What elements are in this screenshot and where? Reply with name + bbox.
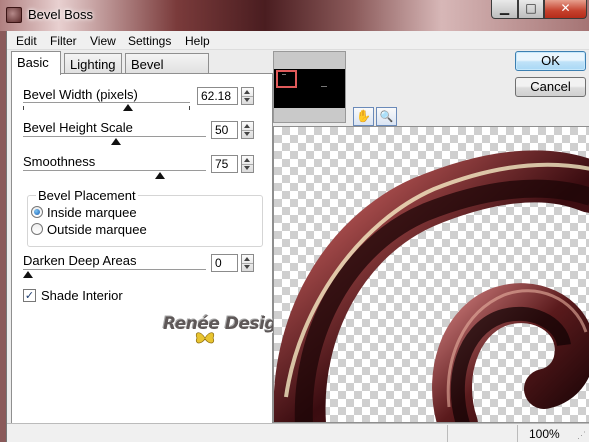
menu-settings[interactable]: Settings — [128, 34, 171, 48]
menu-bar: Edit Filter View Settings Help — [7, 31, 589, 50]
tab-bevel-profile[interactable]: Bevel Profile — [125, 53, 209, 87]
smoothness-label: Smoothness — [23, 154, 96, 169]
status-bar: 100% ⋰ — [7, 423, 589, 442]
smoothness-spinner[interactable] — [241, 155, 254, 173]
tab-basic[interactable]: Basic — [11, 51, 61, 75]
bevel-width-input[interactable]: 62.18 — [197, 87, 238, 105]
menu-help[interactable]: Help — [185, 34, 210, 48]
resize-grip-icon[interactable]: ⋰ — [577, 430, 587, 440]
window-title: Bevel Boss — [28, 7, 94, 22]
zoom-level: 100% — [529, 427, 560, 441]
bevel-height-thumb[interactable] — [111, 138, 121, 145]
shade-interior-checkbox[interactable]: ✓ — [23, 289, 36, 302]
title-bar[interactable]: Bevel Boss ▁ □ ✕ — [0, 0, 589, 31]
menu-edit[interactable]: Edit — [16, 34, 37, 48]
darken-deep-spinner[interactable] — [241, 254, 254, 272]
darken-deep-thumb[interactable] — [23, 271, 33, 278]
bevel-width-spinner[interactable] — [241, 87, 254, 105]
dialog-window: Edit Filter View Settings Help Basic Lig… — [6, 31, 589, 442]
bevel-height-spinner[interactable] — [241, 121, 254, 139]
outside-marquee-radio[interactable] — [31, 223, 43, 235]
inside-marquee-radio[interactable] — [31, 206, 43, 218]
watermark-text: Renée Design — [163, 314, 288, 334]
tab-lighting[interactable]: Lighting — [64, 53, 122, 75]
navigator-view-rect[interactable] — [276, 70, 297, 88]
menu-filter[interactable]: Filter — [50, 34, 77, 48]
bevel-placement-title: Bevel Placement — [36, 188, 138, 203]
bevel-width-thumb[interactable] — [123, 104, 133, 111]
cancel-button[interactable]: Cancel — [515, 77, 586, 97]
menu-view[interactable]: View — [90, 34, 116, 48]
hand-tool-button[interactable]: ✋ — [353, 107, 374, 126]
smoothness-input[interactable]: 75 — [211, 155, 238, 173]
minimize-button[interactable]: ▁ — [491, 0, 518, 19]
preview-canvas[interactable] — [273, 126, 589, 423]
inside-marquee-label[interactable]: Inside marquee — [47, 205, 137, 220]
zoom-tool-button[interactable]: 🔍 — [376, 107, 397, 126]
close-button[interactable]: ✕ — [544, 0, 587, 19]
maximize-button[interactable]: □ — [518, 0, 544, 19]
navigator-thumbnail[interactable] — [273, 51, 346, 123]
outside-marquee-label[interactable]: Outside marquee — [47, 222, 147, 237]
status-divider — [517, 425, 518, 442]
bevel-preview-image — [274, 150, 589, 422]
bevel-width-label: Bevel Width (pixels) — [23, 87, 138, 102]
ok-button[interactable]: OK — [515, 51, 586, 71]
darken-deep-label: Darken Deep Areas — [23, 253, 137, 268]
bevel-height-label: Bevel Height Scale — [23, 120, 133, 135]
darken-deep-input[interactable]: 0 — [211, 254, 238, 272]
app-icon — [6, 7, 22, 23]
navigator-detail — [282, 74, 286, 75]
shade-interior-label[interactable]: Shade Interior — [41, 288, 123, 303]
navigator-detail — [321, 86, 327, 87]
bevel-width-ticks — [23, 106, 190, 110]
bevel-width-slider[interactable] — [23, 102, 190, 104]
smoothness-slider[interactable] — [23, 170, 206, 172]
status-divider — [447, 425, 448, 442]
bevel-height-input[interactable]: 50 — [211, 121, 238, 139]
smoothness-thumb[interactable] — [155, 172, 165, 179]
darken-deep-slider[interactable] — [23, 269, 206, 271]
